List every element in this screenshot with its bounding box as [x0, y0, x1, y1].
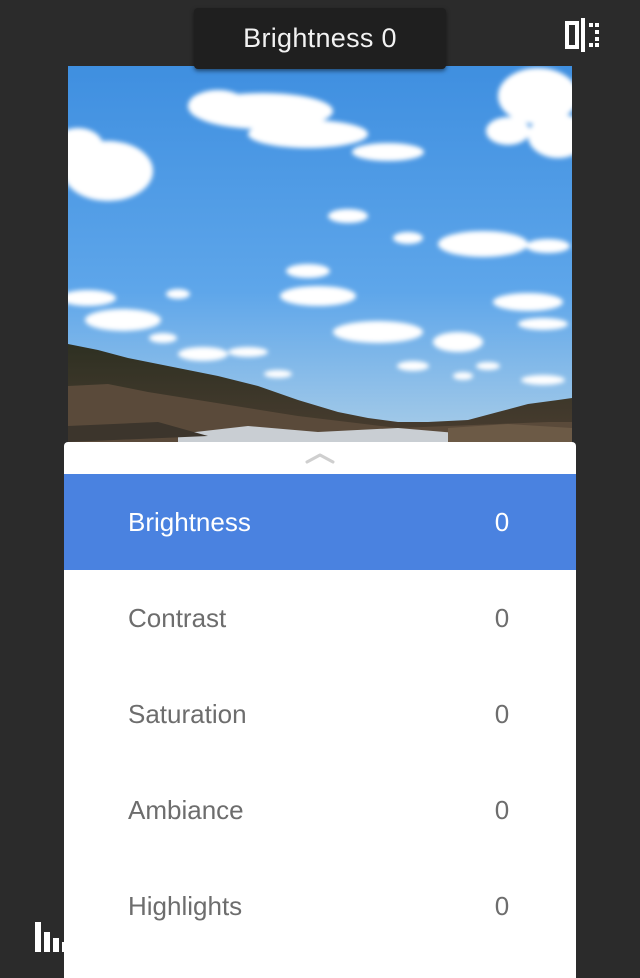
menu-item-value: 0 — [494, 698, 510, 729]
landscape-photo — [68, 66, 572, 442]
chevron-up-icon — [305, 453, 335, 464]
menu-item-ambiance[interactable]: Ambiance 0 — [64, 762, 576, 858]
sheet-handle[interactable] — [64, 442, 576, 474]
compare-button[interactable] — [560, 14, 606, 56]
menu-item-label: Ambiance — [128, 794, 244, 825]
compare-split-icon — [565, 18, 599, 52]
menu-item-value: 0 — [494, 794, 510, 825]
menu-item-brightness[interactable]: Brightness 0 — [64, 474, 576, 570]
menu-item-value: 0 — [494, 506, 510, 537]
title-text: Brightness 0 — [243, 23, 397, 53]
histogram-icon — [35, 922, 77, 953]
menu-item-highlights[interactable]: Highlights 0 — [64, 858, 576, 954]
menu-item-label: Contrast — [128, 602, 227, 633]
title-pill: Brightness 0 — [194, 8, 446, 69]
menu-item-value: 0 — [494, 890, 510, 921]
menu-item-label: Saturation — [128, 698, 247, 729]
adjustment-menu: Brightness 0 Contrast 0 Saturation 0 Amb… — [64, 474, 576, 954]
menu-item-saturation[interactable]: Saturation 0 — [64, 666, 576, 762]
adjustment-sheet: Brightness 0 Contrast 0 Saturation 0 Amb… — [64, 442, 576, 978]
menu-item-label: Highlights — [128, 890, 243, 921]
menu-item-contrast[interactable]: Contrast 0 — [64, 570, 576, 666]
menu-item-label: Brightness — [128, 506, 251, 537]
menu-item-value: 0 — [494, 602, 510, 633]
histogram-button[interactable] — [32, 918, 80, 958]
